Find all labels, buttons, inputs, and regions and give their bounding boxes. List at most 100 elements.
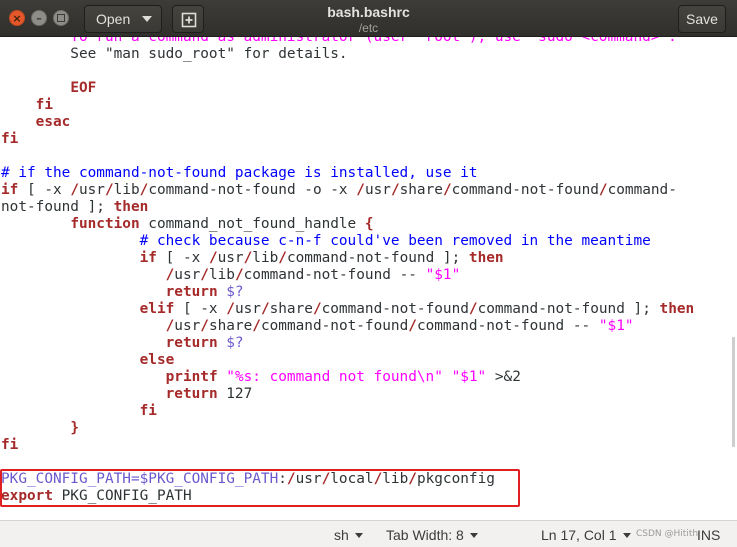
code-line[interactable]: /usr/lib/command-not-found -- "$1"	[1, 267, 694, 284]
code-token: not-found ];	[1, 199, 114, 215]
code-token: share	[208, 318, 253, 334]
gedit-window: × – Open bash.bashrc /etc Save To run a …	[0, 0, 737, 547]
chevron-down-icon	[354, 532, 363, 538]
code-line[interactable]: if [ -x /usr/lib/command-not-found -o -x…	[1, 182, 694, 199]
code-token: then	[113, 199, 149, 215]
code-token: {	[364, 216, 374, 232]
code-token: /	[468, 301, 478, 317]
code-token: usr	[78, 182, 105, 198]
code-token: command-not-found --	[243, 267, 426, 283]
language-selector[interactable]: sh	[334, 527, 363, 543]
cursor-position[interactable]: Ln 17, Col 1	[541, 527, 631, 543]
code-token: return	[165, 386, 218, 402]
insert-mode: INS	[697, 527, 720, 543]
window-title: bash.bashrc	[327, 4, 410, 20]
window-subtitle: /etc	[358, 21, 379, 35]
code-token: lib	[208, 267, 235, 283]
code-token: /	[200, 267, 209, 283]
text-editor[interactable]: To run a command as administrator (user …	[0, 37, 737, 520]
code-token: command-not-found --	[416, 318, 599, 334]
code-token: command-not-found	[451, 182, 599, 198]
scrollbar-indicator[interactable]	[732, 337, 735, 447]
code-token: return	[165, 335, 218, 351]
insert-mode-label: INS	[697, 527, 721, 543]
code-line[interactable]	[1, 63, 694, 80]
code-token: command-not-found ];	[286, 250, 469, 266]
code-token: "$1"	[598, 318, 634, 334]
code-line[interactable]: function command_not_found_handle {	[1, 216, 694, 233]
code-token: >&2	[486, 369, 521, 385]
code-line[interactable]: return $?	[1, 335, 694, 352]
code-line[interactable]: fi	[1, 97, 694, 114]
code-line[interactable]: fi	[1, 403, 694, 420]
code-line[interactable]: return 127	[1, 386, 694, 403]
code-line[interactable]: To run a command as administrator (user …	[1, 37, 694, 46]
code-token: /	[598, 182, 608, 198]
code-token: command_not_found_handle	[139, 216, 365, 232]
code-token: 127	[217, 386, 253, 402]
code-line[interactable]: EOF	[1, 80, 694, 97]
code-token: /	[260, 301, 270, 317]
code-line[interactable]: }	[1, 420, 694, 437]
code-token: /	[104, 182, 114, 198]
cursor-position-label: Ln 17, Col 1	[541, 527, 617, 543]
code-line[interactable]: See "man sudo_root" for details.	[1, 46, 694, 63]
code-token: /	[200, 318, 209, 334]
code-line[interactable]	[1, 148, 694, 165]
code-token: /	[165, 267, 175, 283]
code-line[interactable]: if [ -x /usr/lib/command-not-found ]; th…	[1, 250, 694, 267]
code-line[interactable]: printf "%s: command not found\n" "$1" >&…	[1, 369, 694, 386]
code-token: "$1"	[425, 267, 461, 283]
code-token: if	[1, 182, 19, 198]
code-line[interactable]: # check because c-n-f could've been remo…	[1, 233, 694, 250]
code-token: then	[659, 301, 695, 317]
code-token: /	[408, 318, 417, 334]
watermark: CSDN @Hitith	[636, 529, 699, 539]
code-token: elif	[139, 301, 175, 317]
save-button[interactable]: Save	[678, 5, 726, 33]
code-line[interactable]: fi	[1, 131, 694, 148]
code-token: return	[165, 284, 218, 300]
code-token: fi	[35, 97, 53, 113]
code-line[interactable]: return $?	[1, 284, 694, 301]
code-line[interactable]: else	[1, 352, 694, 369]
code-token: command-not-found ];	[477, 301, 660, 317]
code-token: $?	[217, 335, 244, 351]
code-token: usr	[364, 182, 391, 198]
code-token: /	[243, 250, 253, 266]
chevron-down-icon	[622, 532, 631, 538]
code-line[interactable]: not-found ]; then	[1, 199, 694, 216]
code-line[interactable]: elif [ -x /usr/share/command-not-found/c…	[1, 301, 695, 318]
code-line[interactable]: fi	[1, 437, 694, 454]
code-token: # if the command-not-found package is in…	[1, 165, 478, 181]
code-token: /	[252, 318, 261, 334]
code-token: usr	[174, 267, 201, 283]
code-token: See "man sudo_root" for details.	[1, 46, 348, 62]
code-token: else	[139, 352, 175, 368]
code-line[interactable]: # if the command-not-found package is in…	[1, 165, 694, 182]
code-token: fi	[139, 403, 157, 419]
code-token: function	[70, 216, 140, 232]
code-line[interactable]: /usr/share/command-not-found/command-not…	[1, 318, 694, 335]
code-line[interactable]: esac	[1, 114, 694, 131]
code-view[interactable]: To run a command as administrator (user …	[1, 37, 694, 505]
status-bar: sh Tab Width: 8 Ln 17, Col 1 INS CSDN @H…	[0, 520, 737, 547]
code-token: /	[312, 301, 322, 317]
code-token: /	[226, 301, 235, 317]
code-token: esac	[35, 114, 71, 130]
code-token: share	[269, 301, 313, 317]
tab-width-selector[interactable]: Tab Width: 8	[386, 527, 478, 543]
code-token: command-not-found	[260, 318, 409, 334]
code-token: $?	[217, 284, 244, 300]
language-label: sh	[334, 527, 349, 543]
code-token: lib	[252, 250, 279, 266]
code-token: /	[234, 267, 244, 283]
code-token: [ -x	[174, 301, 227, 317]
code-token: then	[468, 250, 504, 266]
highlight-annotation	[0, 469, 520, 507]
code-token: usr	[234, 301, 261, 317]
